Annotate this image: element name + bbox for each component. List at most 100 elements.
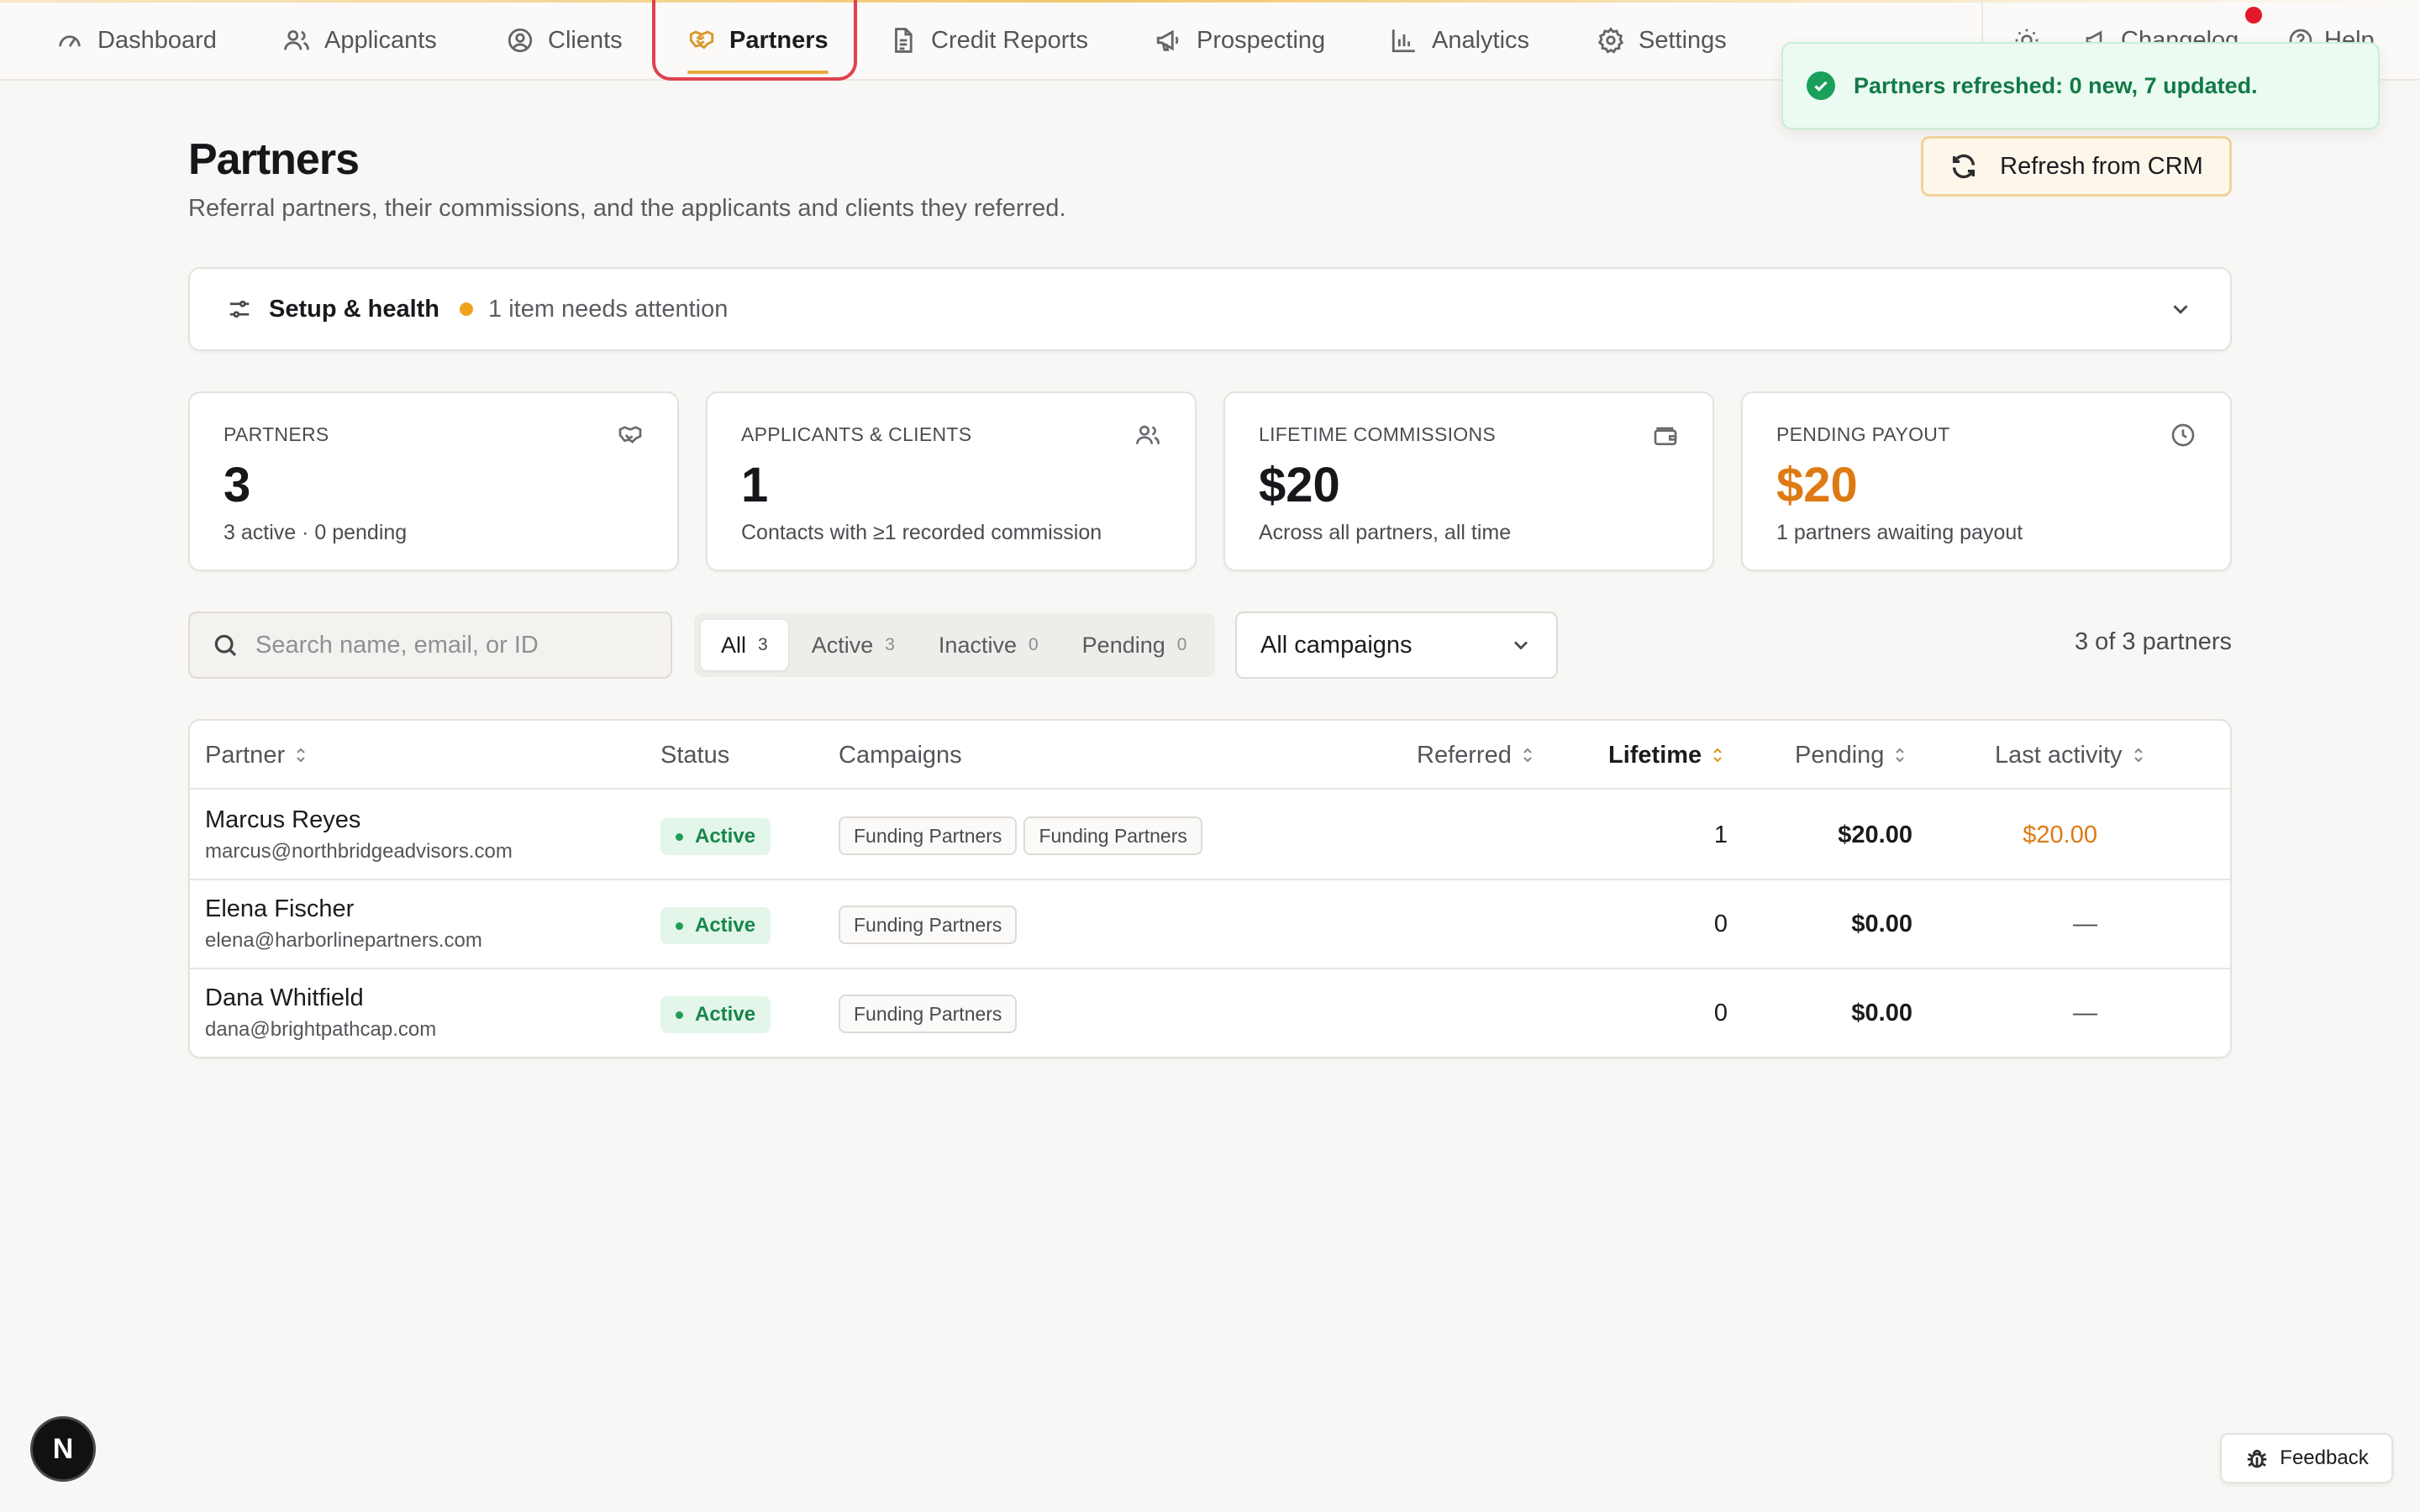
campaign-tag: Funding Partners xyxy=(1023,816,1202,855)
result-count: 3 of 3 partners xyxy=(2075,628,2232,655)
wallet-icon xyxy=(1654,427,1677,445)
refresh-icon xyxy=(1953,154,1975,179)
nav-credit-reports-label: Credit Reports xyxy=(931,26,1088,54)
column-pending[interactable]: Pending xyxy=(1795,721,1907,790)
gauge-icon xyxy=(59,35,81,47)
stat-sub: Contacts with ≥1 recorded commission xyxy=(741,521,1102,544)
stat-label: Applicants & Clients xyxy=(741,423,972,445)
nav-applicants[interactable]: Applicants xyxy=(264,17,455,64)
last-activity: — xyxy=(2072,822,2230,849)
sort-icon xyxy=(1713,748,1722,763)
column-last-activity[interactable]: Last activity xyxy=(1995,721,2146,790)
lifetime-amount: $0.00 xyxy=(1851,1000,1912,1026)
stat-card-applicants-clients: Applicants & Clients 1 Contacts with ≥1 … xyxy=(706,391,1197,571)
filter-label: Active xyxy=(811,632,874,658)
stat-value: 1 xyxy=(741,458,769,512)
refresh-label: Refresh from CRM xyxy=(2000,152,2203,180)
file-text-icon xyxy=(895,28,913,53)
search-icon xyxy=(214,634,237,657)
stat-card-pending-payout: Pending Payout $20 1 partners awaiting p… xyxy=(1741,391,2232,571)
campaign-tag: Funding Partners xyxy=(839,816,1018,855)
sort-icon xyxy=(2133,748,2143,763)
campaign-tags: Funding Partners xyxy=(839,906,1018,944)
partner-name[interactable]: Marcus Reyes xyxy=(205,806,360,834)
column-partner[interactable]: Partner xyxy=(205,721,308,790)
nav-prospecting-label: Prospecting xyxy=(1197,26,1326,54)
status-filter-segmented: All 3 Active 3 Inactive 0 Pending 0 xyxy=(694,613,1215,677)
stat-value: 3 xyxy=(224,458,251,512)
filter-label: Pending xyxy=(1081,632,1165,658)
nav-settings[interactable]: Settings xyxy=(1578,17,1745,64)
setup-health-panel[interactable]: Setup & health 1 item needs attention xyxy=(188,267,2232,351)
campaign-tag: Funding Partners xyxy=(839,995,1018,1033)
partner-email: dana@brightpathcap.com xyxy=(205,1018,437,1041)
nav-analytics-label: Analytics xyxy=(1432,26,1530,54)
campaign-select[interactable]: All campaigns xyxy=(1235,612,1558,679)
filter-pending[interactable]: Pending 0 xyxy=(1062,620,1207,670)
column-label: Status xyxy=(660,741,730,769)
search-input[interactable] xyxy=(255,631,642,659)
filter-all[interactable]: All 3 xyxy=(701,620,788,670)
search-box[interactable] xyxy=(188,612,672,679)
nav-dashboard-label: Dashboard xyxy=(97,26,217,54)
nav-credit-reports[interactable]: Credit Reports xyxy=(871,17,1107,64)
sort-icon xyxy=(297,748,305,763)
nav-clients[interactable]: Clients xyxy=(487,17,641,64)
nav-analytics[interactable]: Analytics xyxy=(1371,17,1548,64)
chevron-down-icon xyxy=(1514,641,1528,650)
nav-settings-label: Settings xyxy=(1639,26,1727,54)
feedback-button[interactable]: Feedback xyxy=(2220,1433,2393,1483)
filter-label: All xyxy=(721,632,747,658)
toast-message: Partners refreshed: 0 new, 7 updated. xyxy=(1854,72,2258,98)
page-title: Partners xyxy=(188,135,360,184)
stat-sub: 1 partners awaiting payout xyxy=(1776,521,2023,544)
table-header: Partner Status Campaigns Referred Lifeti… xyxy=(190,721,2230,790)
refresh-from-crm-button[interactable]: Refresh from CRM xyxy=(1921,136,2232,197)
filter-count: 3 xyxy=(758,635,768,654)
stat-card-lifetime-commissions: Lifetime Commissions $20 Across all part… xyxy=(1223,391,1714,571)
column-label: Partner xyxy=(205,741,286,769)
column-campaigns: Campaigns xyxy=(839,721,962,790)
stat-sub: 3 active · 0 pending xyxy=(224,521,408,544)
check-circle-icon xyxy=(1807,71,1835,100)
filter-active[interactable]: Active 3 xyxy=(792,620,915,670)
bar-chart-icon xyxy=(1392,29,1415,53)
column-lifetime[interactable]: Lifetime xyxy=(1608,721,1725,790)
megaphone-icon xyxy=(1156,29,1179,51)
column-label: Last activity xyxy=(1995,741,2123,769)
stat-card-partners: Partners 3 3 active · 0 pending xyxy=(188,391,679,571)
sort-icon xyxy=(1896,748,1905,763)
filter-count: 3 xyxy=(885,635,895,654)
chevron-down-icon[interactable] xyxy=(2168,297,2193,322)
partner-name[interactable]: Dana Whitfield xyxy=(205,984,364,1012)
active-tab-highlight xyxy=(652,0,857,81)
nav-prospecting[interactable]: Prospecting xyxy=(1136,17,1344,64)
nav-accent-line xyxy=(0,0,2420,3)
stat-value: $20 xyxy=(1776,458,1858,512)
stat-label: Lifetime Commissions xyxy=(1259,423,1497,445)
filter-count: 0 xyxy=(1176,635,1187,654)
sliders-icon xyxy=(229,300,250,318)
status-label: Active xyxy=(695,914,756,937)
filter-label: Inactive xyxy=(938,632,1017,658)
column-status: Status xyxy=(660,721,729,790)
pending-amount: — xyxy=(2073,911,2097,937)
table-row[interactable]: Dana Whitfield dana@brightpathcap.com Ac… xyxy=(190,969,2230,1057)
notification-dot xyxy=(2245,7,2262,24)
column-referred[interactable]: Referred xyxy=(1417,721,1535,790)
pending-amount: — xyxy=(2073,1000,2097,1026)
status-label: Active xyxy=(695,1003,756,1026)
partner-name[interactable]: Elena Fischer xyxy=(205,895,354,923)
table-row[interactable]: Elena Fischer elena@harborlinepartners.c… xyxy=(190,880,2230,969)
clock-icon xyxy=(2171,423,2195,447)
status-dot xyxy=(676,921,683,930)
table-row[interactable]: Marcus Reyes marcus@northbridgeadvisors.… xyxy=(190,791,2230,880)
dev-tools-badge[interactable]: N xyxy=(30,1416,96,1482)
partner-email: marcus@northbridgeadvisors.com xyxy=(205,840,513,863)
campaign-tag: Funding Partners xyxy=(839,906,1018,944)
success-toast[interactable]: Partners refreshed: 0 new, 7 updated. xyxy=(1781,42,2380,129)
status-badge: Active xyxy=(660,818,771,855)
pending-amount: $20.00 xyxy=(2023,822,2097,848)
nav-dashboard[interactable]: Dashboard xyxy=(37,17,235,64)
filter-inactive[interactable]: Inactive 0 xyxy=(918,620,1059,670)
